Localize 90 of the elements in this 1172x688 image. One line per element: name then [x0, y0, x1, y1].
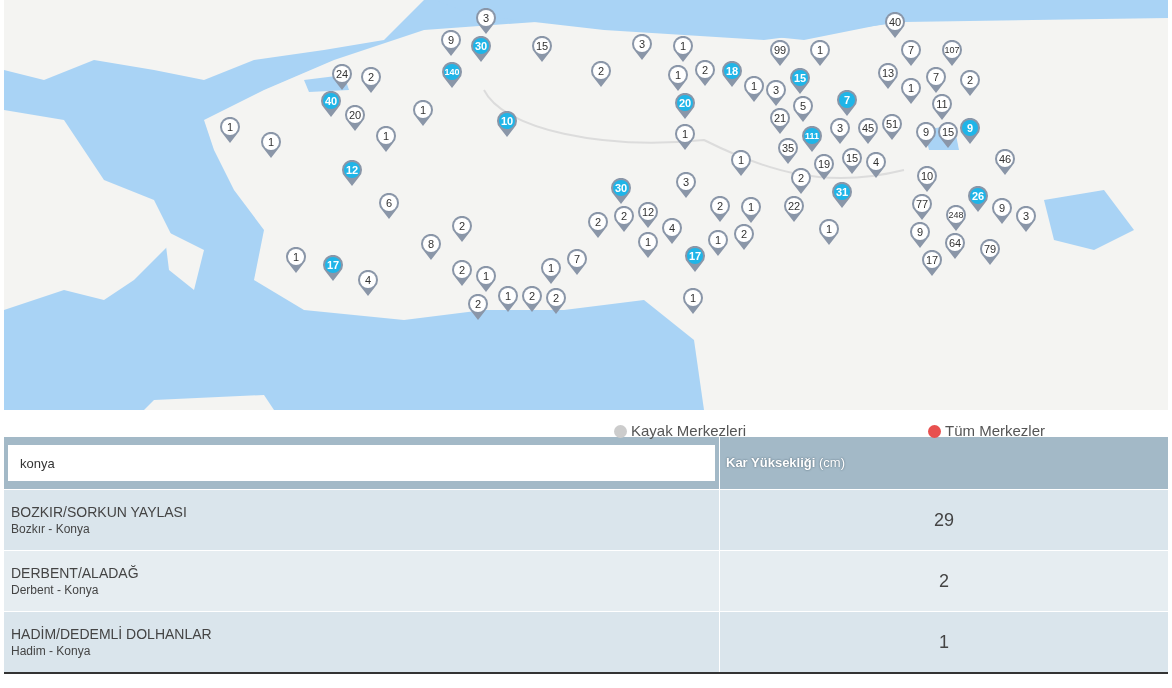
map-pin[interactable]: 1 [413, 100, 433, 126]
map-pin[interactable]: 2 [791, 168, 811, 194]
column-header: Kar Yüksekliği (cm) [726, 454, 845, 473]
map-pin[interactable]: 64 [945, 233, 965, 259]
map-pin[interactable]: 2 [468, 294, 488, 320]
map-pin[interactable]: 99 [770, 40, 790, 66]
map-pin[interactable]: 7 [926, 67, 946, 93]
map-pin[interactable]: 1 [376, 126, 396, 152]
map-pin[interactable]: 1 [541, 258, 561, 284]
legend-label[interactable]: Kayak Merkezleri [631, 420, 747, 443]
map-pin[interactable]: 1 [708, 230, 728, 256]
map-pin[interactable]: 3 [1016, 206, 1036, 232]
map-pin[interactable]: 4 [866, 152, 886, 178]
map-pin[interactable]: 20 [345, 105, 365, 131]
resort-name: DERBENT/ALADAĞ [11, 564, 140, 582]
map-pin[interactable]: 46 [995, 149, 1015, 175]
map-pin[interactable]: 79 [980, 239, 1000, 265]
map-pin[interactable]: 2 [361, 67, 381, 93]
map-pin[interactable]: 1 [819, 219, 839, 245]
map-pin[interactable]: 22 [784, 196, 804, 222]
map-pin[interactable]: 1 [810, 40, 830, 66]
map-pin[interactable]: 1 [261, 132, 281, 158]
map-pin[interactable]: 2 [522, 286, 542, 312]
map-pin[interactable]: 17 [922, 250, 942, 276]
map-pin[interactable]: 1 [498, 286, 518, 312]
resort-location: Bozkır - Konya [11, 521, 91, 537]
map-pin[interactable]: 3 [830, 118, 850, 144]
map-pin[interactable]: 2 [591, 61, 611, 87]
map-pin[interactable]: 1 [673, 36, 693, 62]
map-pin[interactable]: 8 [421, 234, 441, 260]
map-pin[interactable]: 2 [734, 224, 754, 250]
map-pin[interactable]: 1 [901, 78, 921, 104]
map-pin[interactable]: 1 [638, 232, 658, 258]
map-pin[interactable]: 6 [379, 193, 399, 219]
resort-name: HADİM/DEDEMLİ DOLHANLAR [11, 625, 213, 643]
map-pin[interactable]: 9 [910, 222, 930, 248]
map-pin[interactable]: 45 [858, 118, 878, 144]
map-pin[interactable]: 2 [452, 260, 472, 286]
map-pin[interactable]: 1 [741, 197, 761, 223]
map-pin[interactable]: 9 [916, 122, 936, 148]
map-pin[interactable]: 3 [676, 172, 696, 198]
map-pin[interactable]: 40 [885, 12, 905, 38]
map-pin[interactable]: 1 [476, 266, 496, 292]
map-pin[interactable]: 1 [683, 288, 703, 314]
map-pin[interactable]: 1 [220, 117, 240, 143]
map-pin[interactable]: 9 [441, 30, 461, 56]
resort-location: Derbent - Konya [11, 582, 100, 598]
map-pin[interactable]: 77 [912, 194, 932, 220]
map-pin[interactable]: 15 [938, 122, 958, 148]
map-pin[interactable]: 24 [332, 64, 352, 90]
map-pin[interactable]: 5 [793, 96, 813, 122]
map-pin[interactable]: 4 [358, 270, 378, 296]
map-pin[interactable]: 9 [992, 198, 1012, 224]
resort-location: Hadim - Konya [11, 643, 92, 659]
map-pin[interactable]: 1 [675, 124, 695, 150]
legend-label[interactable]: Tüm Merkezler [945, 420, 1045, 443]
map-pin[interactable]: 51 [882, 114, 902, 140]
map-pin[interactable]: 4 [662, 218, 682, 244]
map-pin[interactable]: 13 [878, 63, 898, 89]
map-pin[interactable]: 15 [842, 148, 862, 174]
map-pin[interactable]: 19 [814, 154, 834, 180]
map-pin[interactable]: 2 [546, 288, 566, 314]
snow-depth: 1 [939, 630, 949, 654]
map-pin[interactable]: 248 [946, 205, 966, 231]
map-pin[interactable]: 1 [286, 247, 306, 273]
map-pin[interactable]: 11 [932, 94, 952, 120]
map-pin[interactable]: 2 [588, 212, 608, 238]
map-pin[interactable]: 2 [695, 60, 715, 86]
map-pin[interactable]: 7 [901, 40, 921, 66]
search-field[interactable]: konya [8, 445, 715, 481]
map-pin[interactable]: 12 [638, 202, 658, 228]
map-pin[interactable]: 21 [770, 108, 790, 134]
map-pin[interactable]: 1 [744, 76, 764, 102]
map-pin[interactable]: 35 [778, 138, 798, 164]
snow-depth: 29 [934, 508, 954, 532]
resort-name: BOZKIR/SORKUN YAYLASI [11, 503, 188, 521]
map-pin[interactable]: 2 [614, 206, 634, 232]
map-pin[interactable]: 3 [766, 80, 786, 106]
map-pin[interactable]: 2 [960, 70, 980, 96]
map-pin[interactable]: 2 [452, 216, 472, 242]
map-pin[interactable]: 3 [476, 8, 496, 34]
map-pin[interactable]: 3 [632, 34, 652, 60]
map-pin[interactable]: 1 [731, 150, 751, 176]
map-pin[interactable]: 7 [567, 249, 587, 275]
map-pin[interactable]: 1 [668, 65, 688, 91]
map-pin[interactable]: 10 [917, 166, 937, 192]
map-pin[interactable]: 107 [942, 40, 962, 66]
snow-depth: 2 [939, 569, 949, 593]
map-pin[interactable]: 15 [532, 36, 552, 62]
map-pin[interactable]: 2 [710, 196, 730, 222]
